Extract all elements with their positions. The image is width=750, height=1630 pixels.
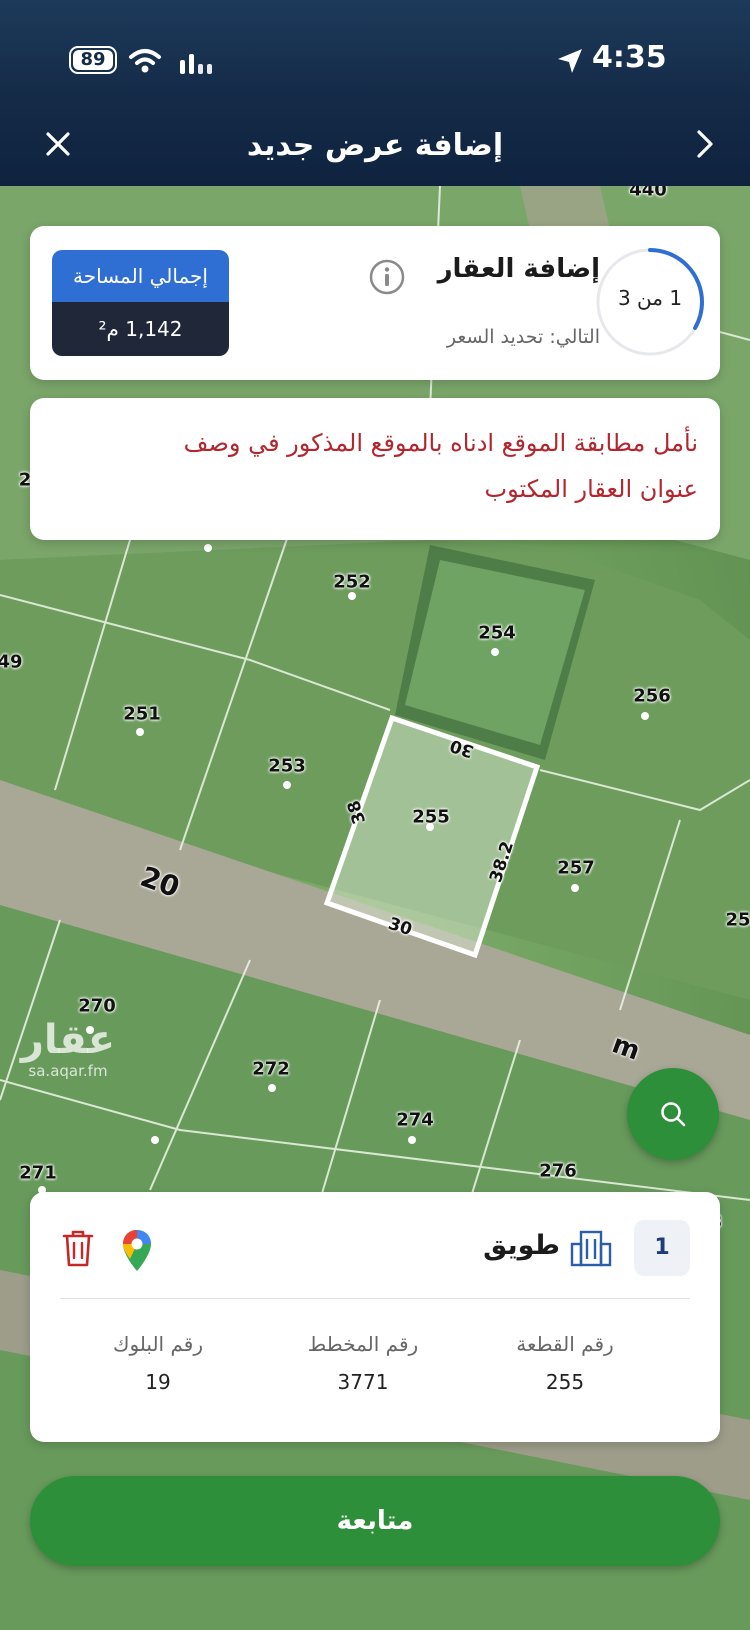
field-label: رقم المخطط: [307, 1332, 419, 1356]
property-field: رقم القطعة 255: [470, 1332, 660, 1394]
google-maps-icon[interactable]: [120, 1228, 154, 1274]
property-card: 1 طويق رقم القطعة 255 رقم المخطط 3771 رق…: [30, 1192, 720, 1442]
notice-text: نأمل مطابقة الموقع ادناه بالموقع المذكور…: [183, 429, 698, 503]
field-label: رقم القطعة: [516, 1332, 614, 1356]
continue-button[interactable]: متابعة: [30, 1476, 720, 1566]
delete-icon[interactable]: [60, 1228, 96, 1268]
location-arrow-icon: [558, 49, 582, 73]
field-value: 3771: [337, 1370, 389, 1394]
battery-icon: 89: [69, 46, 117, 74]
progress-card: 1 من 3 إضافة العقار التالي: تحديد السعر …: [30, 226, 720, 380]
page-title: إضافة عرض جديد: [246, 128, 504, 163]
total-area-label: إجمالي المساحة: [52, 250, 229, 302]
step-counter: 1 من 3: [617, 286, 683, 310]
chevron-right-icon[interactable]: [694, 128, 716, 160]
neighborhood-name: طويق: [483, 1230, 560, 1261]
field-value: 19: [145, 1370, 171, 1394]
next-step-label: التالي: تحديد السعر: [446, 326, 600, 348]
signal-icon: [180, 54, 212, 74]
map-search-button[interactable]: [627, 1068, 719, 1160]
info-icon[interactable]: [368, 258, 406, 296]
close-icon[interactable]: [44, 130, 72, 158]
total-area-value: 1,142 م²: [52, 302, 229, 356]
field-value: 255: [545, 1370, 585, 1394]
wifi-icon: [129, 49, 161, 73]
property-index: 1: [634, 1220, 690, 1276]
location-notice-card: نأمل مطابقة الموقع ادناه بالموقع المذكور…: [30, 398, 720, 540]
status-time: 4:35: [592, 40, 667, 75]
search-icon: [661, 1102, 686, 1127]
property-field: رقم البلوك 19: [68, 1332, 248, 1394]
field-label: رقم البلوك: [112, 1332, 203, 1356]
battery-level: 89: [73, 50, 113, 70]
property-field: رقم المخطط 3771: [268, 1332, 458, 1394]
total-area-badge: إجمالي المساحة 1,142 م²: [52, 250, 229, 356]
divider: [60, 1298, 690, 1299]
app-header: 89 4:35 إضافة عرض جديد: [0, 0, 750, 186]
building-icon: [570, 1230, 612, 1267]
